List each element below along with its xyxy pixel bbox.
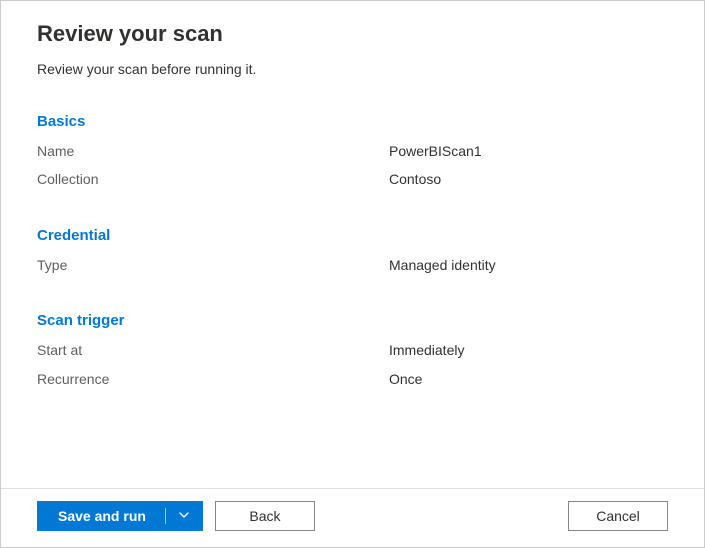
- field-row-name: Name PowerBIScan1: [37, 140, 668, 162]
- field-label-collection: Collection: [37, 168, 389, 190]
- split-button-divider: [165, 501, 166, 531]
- section-heading-basics: Basics: [37, 113, 668, 130]
- section-heading-credential: Credential: [37, 227, 668, 244]
- field-value-recurrence: Once: [389, 368, 668, 390]
- field-row-collection: Collection Contoso: [37, 168, 668, 190]
- back-button[interactable]: Back: [215, 501, 315, 531]
- chevron-down-icon: [178, 508, 190, 524]
- footer-bar: Save and run Back Cancel: [1, 488, 704, 547]
- field-label-start-at: Start at: [37, 339, 389, 361]
- page-subtitle: Review your scan before running it.: [37, 61, 668, 77]
- save-and-run-button[interactable]: Save and run: [37, 501, 165, 531]
- section-scan-trigger: Scan trigger Start at Immediately Recurr…: [37, 312, 668, 390]
- field-value-type: Managed identity: [389, 254, 668, 276]
- field-value-start-at: Immediately: [389, 339, 668, 361]
- field-row-type: Type Managed identity: [37, 254, 668, 276]
- save-and-run-split-button[interactable]: Save and run: [37, 501, 203, 531]
- page-title: Review your scan: [37, 21, 668, 47]
- review-panel-content: Review your scan Review your scan before…: [1, 1, 704, 488]
- section-credential: Credential Type Managed identity: [37, 227, 668, 276]
- field-value-name: PowerBIScan1: [389, 140, 668, 162]
- field-label-recurrence: Recurrence: [37, 368, 389, 390]
- field-row-start-at: Start at Immediately: [37, 339, 668, 361]
- section-basics: Basics Name PowerBIScan1 Collection Cont…: [37, 113, 668, 191]
- section-heading-scan-trigger: Scan trigger: [37, 312, 668, 329]
- field-row-recurrence: Recurrence Once: [37, 368, 668, 390]
- field-label-type: Type: [37, 254, 389, 276]
- field-label-name: Name: [37, 140, 389, 162]
- save-and-run-dropdown-button[interactable]: [166, 501, 203, 531]
- cancel-button[interactable]: Cancel: [568, 501, 668, 531]
- field-value-collection: Contoso: [389, 168, 668, 190]
